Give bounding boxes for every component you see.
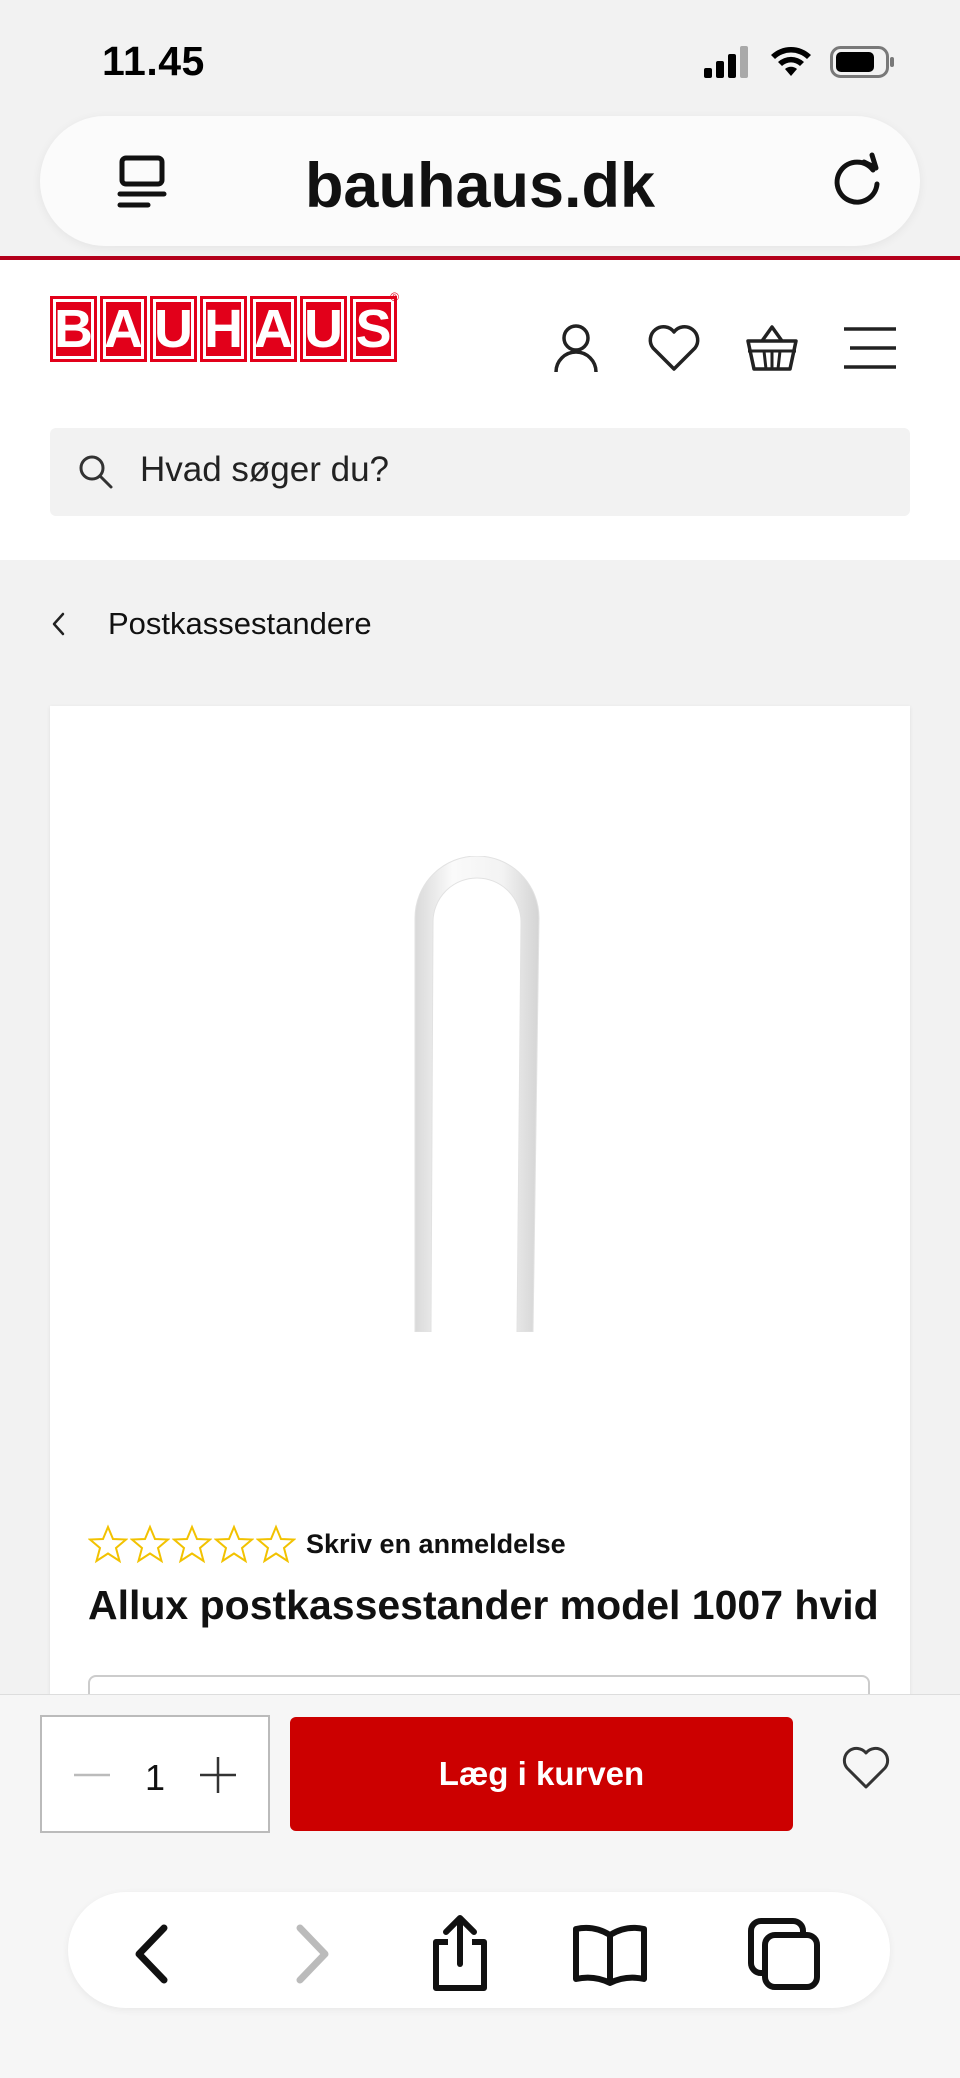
chevron-left-icon[interactable] [50,611,66,637]
bookmarks-button[interactable] [570,1914,650,1994]
chevron-right-icon [296,1924,329,1984]
url-text[interactable]: bauhaus.dk [40,150,920,222]
star-icon [256,1524,296,1564]
tabs-icon [748,1918,820,1990]
product-title: Allux postkassestander model 1007 hvid [88,1582,879,1628]
status-bar: 11.45 [0,0,960,110]
site-header: B A U H A U S ® Hvad søger du? [0,260,960,560]
star-icon [214,1524,254,1564]
logo-letter: B [50,296,97,362]
chevron-left-icon [135,1924,168,1984]
logo-letter: U [300,296,347,362]
browser-toolbar [68,1892,890,2008]
heart-icon[interactable] [838,1743,894,1793]
search-input[interactable]: Hvad søger du? [50,428,910,516]
share-icon [433,1915,487,1991]
star-icon [88,1524,128,1564]
buy-bar: 1 Læg i kurven [0,1694,960,2078]
search-placeholder: Hvad søger du? [140,450,390,489]
logo-letter: A [250,296,297,362]
status-icons [704,46,896,78]
logo-letter: A [100,296,147,362]
heart-icon[interactable] [646,322,702,374]
product-rating[interactable]: Skriv en anmeldelse [88,1524,566,1564]
hamburger-menu-icon[interactable] [842,325,898,371]
logo-letter: S [350,296,397,362]
account-icon[interactable] [548,320,604,376]
book-icon [573,1924,647,1986]
plus-icon[interactable] [188,1747,248,1803]
star-icon [130,1524,170,1564]
logo-registered-mark: ® [390,290,399,304]
rating-stars [88,1524,296,1564]
logo-letter: U [150,296,197,362]
bauhaus-logo[interactable]: B A U H A U S ® [50,290,399,362]
basket-icon[interactable] [744,321,800,375]
write-review-link[interactable]: Skriv en anmeldelse [306,1529,566,1560]
status-time: 11.45 [102,38,205,84]
share-button[interactable] [420,1914,500,1994]
quantity-stepper[interactable]: 1 [40,1715,270,1833]
back-button[interactable] [112,1914,192,1994]
product-card: Skriv en anmeldelse Allux postkassestand… [50,706,910,1806]
search-icon [79,455,113,489]
tabs-button[interactable] [744,1914,824,1994]
signal-icon [704,46,748,78]
add-to-cart-button[interactable]: Læg i kurven [290,1717,793,1831]
address-bar[interactable]: bauhaus.dk [40,116,920,246]
breadcrumb[interactable]: Postkassestandere [50,606,372,642]
battery-icon [830,46,894,78]
star-icon [172,1524,212,1564]
wifi-icon [771,47,811,76]
forward-button[interactable] [272,1914,352,1994]
header-actions [548,320,898,376]
breadcrumb-label[interactable]: Postkassestandere [108,606,372,642]
reload-icon[interactable] [824,148,890,214]
logo-letter: H [200,296,247,362]
product-image[interactable] [405,856,555,1332]
